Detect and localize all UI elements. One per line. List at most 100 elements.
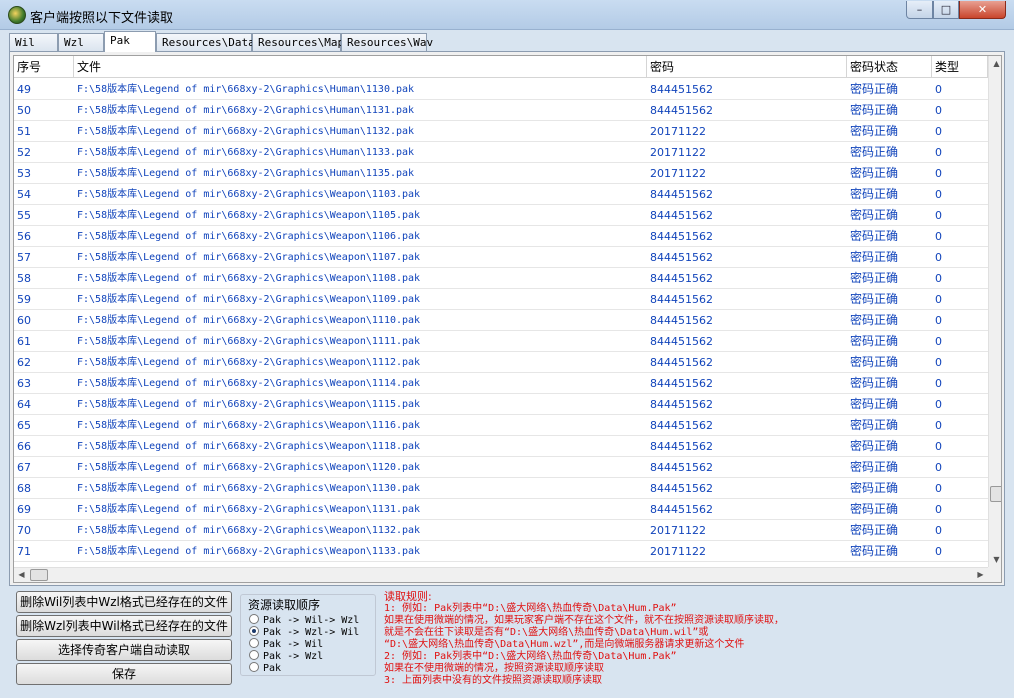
row-password: 844451562 xyxy=(650,398,713,411)
read-order-option-label: Pak -> Wil-> Wzl xyxy=(263,615,360,626)
row-index: 50 xyxy=(17,104,31,117)
table-row[interactable]: 55 F:\58版本库\Legend of mir\668xy-2\Graphic… xyxy=(14,205,988,226)
table-row[interactable]: 56 F:\58版本库\Legend of mir\668xy-2\Graphic… xyxy=(14,226,988,247)
row-password-status: 密码正确 xyxy=(850,187,899,201)
row-password-status: 密码正确 xyxy=(850,124,899,138)
row-index: 57 xyxy=(17,251,31,264)
row-password: 844451562 xyxy=(650,230,713,243)
scroll-right-icon[interactable]: ▶ xyxy=(973,568,988,582)
table-row[interactable]: 70 F:\58版本库\Legend of mir\668xy-2\Graphic… xyxy=(14,520,988,541)
row-type: 0 xyxy=(935,314,942,327)
table-row[interactable]: 60 F:\58版本库\Legend of mir\668xy-2\Graphic… xyxy=(14,310,988,331)
header-type[interactable]: 类型 xyxy=(932,56,988,78)
read-order-radio[interactable]: Pak -> Wzl xyxy=(249,650,323,662)
table-row[interactable]: 50 F:\58版本库\Legend of mir\668xy-2\Graphic… xyxy=(14,100,988,121)
save-button[interactable]: 保存 xyxy=(16,663,232,685)
row-password-status: 密码正确 xyxy=(850,544,899,558)
radio-dot-icon[interactable] xyxy=(249,662,259,672)
list-header: 序号 文件 密码 密码状态 类型 xyxy=(14,56,988,78)
select-client-button[interactable]: 选择传奇客户端自动读取 xyxy=(16,639,232,661)
header-password[interactable]: 密码 xyxy=(647,56,847,78)
table-row[interactable]: 59 F:\58版本库\Legend of mir\668xy-2\Graphic… xyxy=(14,289,988,310)
row-type: 0 xyxy=(935,230,942,243)
table-row[interactable]: 49 F:\58版本库\Legend of mir\668xy-2\Graphic… xyxy=(14,79,988,100)
row-password-status: 密码正确 xyxy=(850,145,899,159)
list-rows: 49 F:\58版本库\Legend of mir\668xy-2\Graphic… xyxy=(14,79,988,566)
delete-wil-duplicates-button[interactable]: 删除Wil列表中Wzl格式已经存在的文件 xyxy=(16,591,232,613)
row-type: 0 xyxy=(935,167,942,180)
row-file-path: F:\58版本库\Legend of mir\668xy-2\Graphics\… xyxy=(77,441,421,452)
row-password: 844451562 xyxy=(650,104,713,117)
row-file-path: F:\58版本库\Legend of mir\668xy-2\Graphics\… xyxy=(77,168,415,179)
scroll-down-icon[interactable]: ▼ xyxy=(989,552,1001,567)
table-row[interactable]: 71 F:\58版本库\Legend of mir\668xy-2\Graphic… xyxy=(14,541,988,562)
delete-wzl-duplicates-button[interactable]: 删除Wzl列表中Wil格式已经存在的文件 xyxy=(16,615,232,637)
row-password: 20171122 xyxy=(650,545,706,558)
header-password-status[interactable]: 密码状态 xyxy=(847,56,932,78)
scroll-left-icon[interactable]: ◀ xyxy=(14,568,29,582)
tab-wzl[interactable]: Wzl xyxy=(58,33,104,51)
file-list[interactable]: 序号 文件 密码 密码状态 类型 49 F:\58版本库\Legend of mi… xyxy=(13,55,1002,583)
header-index[interactable]: 序号 xyxy=(14,56,74,78)
row-type: 0 xyxy=(935,398,942,411)
tab-resources-data[interactable]: Resources\Data xyxy=(156,33,255,51)
table-row[interactable]: 51 F:\58版本库\Legend of mir\668xy-2\Graphic… xyxy=(14,121,988,142)
horizontal-scroll-thumb[interactable] xyxy=(30,569,48,581)
scroll-up-icon[interactable]: ▲ xyxy=(989,56,1001,71)
row-password-status: 密码正确 xyxy=(850,334,899,348)
row-file-path: F:\58版本库\Legend of mir\668xy-2\Graphics\… xyxy=(77,315,421,326)
vertical-scrollbar[interactable]: ▲ ▼ xyxy=(988,56,1001,567)
table-row[interactable]: 65 F:\58版本库\Legend of mir\668xy-2\Graphic… xyxy=(14,415,988,436)
read-order-option-label: Pak -> Wzl xyxy=(263,651,324,662)
maximize-button[interactable]: □ xyxy=(933,1,959,19)
tab-strip: Wil Wzl Pak Resources\Data Resources\Map… xyxy=(9,31,1009,52)
minimize-button[interactable]: – xyxy=(906,1,933,19)
row-file-path: F:\58版本库\Legend of mir\668xy-2\Graphics\… xyxy=(77,231,421,242)
vertical-scroll-thumb[interactable] xyxy=(990,486,1001,502)
row-password-status: 密码正确 xyxy=(850,439,899,453)
title-bar: 客户端按照以下文件读取 – □ ✕ xyxy=(0,0,1014,30)
read-order-radio[interactable]: Pak xyxy=(249,662,281,674)
table-row[interactable]: 66 F:\58版本库\Legend of mir\668xy-2\Graphic… xyxy=(14,436,988,457)
row-password: 20171122 xyxy=(650,524,706,537)
horizontal-scrollbar[interactable]: ◀ ▶ xyxy=(14,567,988,582)
radio-dot-icon[interactable] xyxy=(249,650,259,660)
table-row[interactable]: 68 F:\58版本库\Legend of mir\668xy-2\Graphic… xyxy=(14,478,988,499)
table-row[interactable]: 63 F:\58版本库\Legend of mir\668xy-2\Graphic… xyxy=(14,373,988,394)
row-type: 0 xyxy=(935,251,942,264)
table-row[interactable]: 58 F:\58版本库\Legend of mir\668xy-2\Graphic… xyxy=(14,268,988,289)
row-file-path: F:\58版本库\Legend of mir\668xy-2\Graphics\… xyxy=(77,399,421,410)
close-button[interactable]: ✕ xyxy=(959,1,1006,19)
row-index: 56 xyxy=(17,230,31,243)
read-order-radio[interactable]: Pak -> Wil xyxy=(249,638,323,650)
radio-dot-icon[interactable] xyxy=(249,638,259,648)
row-type: 0 xyxy=(935,482,942,495)
tab-wil[interactable]: Wil xyxy=(9,33,58,51)
radio-dot-icon[interactable] xyxy=(249,614,259,624)
row-type: 0 xyxy=(935,503,942,516)
table-row[interactable]: 67 F:\58版本库\Legend of mir\668xy-2\Graphic… xyxy=(14,457,988,478)
table-row[interactable]: 57 F:\58版本库\Legend of mir\668xy-2\Graphic… xyxy=(14,247,988,268)
table-row[interactable]: 61 F:\58版本库\Legend of mir\668xy-2\Graphic… xyxy=(14,331,988,352)
row-password-status: 密码正确 xyxy=(850,229,899,243)
tab-pak[interactable]: Pak xyxy=(104,31,156,52)
header-file[interactable]: 文件 xyxy=(74,56,647,78)
radio-dot-icon[interactable] xyxy=(249,626,259,636)
table-row[interactable]: 54 F:\58版本库\Legend of mir\668xy-2\Graphic… xyxy=(14,184,988,205)
read-order-radio[interactable]: Pak -> Wil-> Wzl xyxy=(249,614,359,626)
row-index: 55 xyxy=(17,209,31,222)
table-row[interactable]: 52 F:\58版本库\Legend of mir\668xy-2\Graphic… xyxy=(14,142,988,163)
row-password: 844451562 xyxy=(650,251,713,264)
table-row[interactable]: 69 F:\58版本库\Legend of mir\668xy-2\Graphic… xyxy=(14,499,988,520)
table-row[interactable]: 64 F:\58版本库\Legend of mir\668xy-2\Graphic… xyxy=(14,394,988,415)
tab-resources-wav[interactable]: Resources\Wav xyxy=(341,33,433,51)
read-order-radio[interactable]: Pak -> Wzl-> Wil xyxy=(249,626,359,638)
table-row[interactable]: 62 F:\58版本库\Legend of mir\668xy-2\Graphic… xyxy=(14,352,988,373)
row-index: 63 xyxy=(17,377,31,390)
row-type: 0 xyxy=(935,419,942,432)
table-row[interactable]: 53 F:\58版本库\Legend of mir\668xy-2\Graphic… xyxy=(14,163,988,184)
row-file-path: F:\58版本库\Legend of mir\668xy-2\Graphics\… xyxy=(77,147,415,158)
rules-line: “D:\盛大网络\热血传奇\Data\Hum.wzl”,而是向微端服务器请求更新… xyxy=(384,639,745,650)
tab-resources-map[interactable]: Resources\Map xyxy=(252,33,344,51)
row-index: 65 xyxy=(17,419,31,432)
